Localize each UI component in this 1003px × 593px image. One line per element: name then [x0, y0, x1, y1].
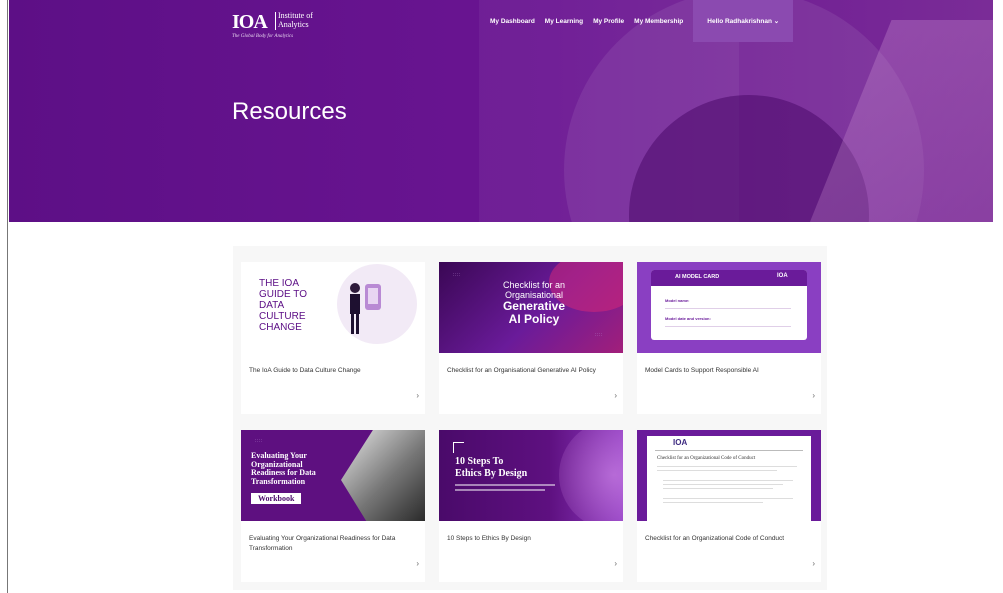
logo-line-1: Institute of [278, 11, 313, 20]
nav-my-learning[interactable]: My Learning [540, 18, 588, 25]
resource-card[interactable]: THE IOA GUIDE TO DATA CULTURE CHANGE The… [241, 262, 425, 414]
checklist-document: IOA Checklist for an Organizational Code… [647, 436, 811, 521]
page-title: Resources [232, 98, 347, 125]
keyboard-photo [341, 430, 425, 521]
thumb-line: Checklist for an [502, 280, 566, 290]
logo-mark: IOA [232, 11, 268, 33]
chevron-right-icon[interactable]: › [416, 559, 419, 568]
thumb-line: THE IOA [259, 278, 300, 289]
resource-card[interactable]: AI MODEL CARD IOA Model name: Model date… [637, 262, 821, 414]
card-thumbnail: THE IOA GUIDE TO DATA CULTURE CHANGE [241, 262, 425, 353]
thumb-line: CULTURE [259, 311, 306, 322]
nav-my-membership[interactable]: My Membership [629, 18, 688, 25]
card-thumbnail: 10 Steps To Ethics By Design [439, 430, 623, 521]
resource-card[interactable]: 10 Steps To Ethics By Design 10 Steps to… [439, 430, 623, 582]
logo-line-2: Analytics [278, 20, 309, 29]
nav-my-profile[interactable]: My Profile [588, 18, 629, 25]
chevron-right-icon[interactable]: › [812, 559, 815, 568]
thumb-line: CHANGE [259, 322, 302, 333]
top-nav: My Dashboard My Learning My Profile My M… [485, 0, 794, 42]
ioa-badge: IOA [777, 273, 788, 279]
user-menu-dropdown[interactable]: Hello Radhakrishnan ⌄ [693, 0, 794, 42]
card-title[interactable]: Evaluating Your Organizational Readiness… [249, 534, 419, 554]
logo-tagline: The Global Body for Analytics [232, 34, 294, 39]
window-left-edge [0, 0, 8, 593]
ioa-badge: IOA [673, 438, 688, 447]
card-title[interactable]: Checklist for an Organizational Code of … [645, 534, 815, 544]
resource-card[interactable]: ∷∷ Evaluating Your Organizational Readin… [241, 430, 425, 582]
card-thumbnail: ∷∷ Evaluating Your Organizational Readin… [241, 430, 425, 521]
thumb-line: GUIDE TO [259, 289, 307, 300]
card-thumbnail: AI MODEL CARD IOA Model name: Model date… [637, 262, 821, 353]
thumb-line: DATA [259, 300, 285, 311]
nav-my-dashboard[interactable]: My Dashboard [485, 18, 540, 25]
model-card-heading: AI MODEL CARD [675, 274, 720, 280]
card-thumbnail: ∷∷ Checklist for an Organisational Gener… [439, 262, 623, 353]
chevron-right-icon[interactable]: › [416, 391, 419, 400]
workbook-tag: Workbook [251, 493, 302, 504]
model-card-sheet: AI MODEL CARD IOA Model name: Model date… [651, 270, 807, 340]
thumb-line: Ethics By Design [455, 468, 528, 479]
checklist-heading: Checklist for an Organizational Code of … [657, 456, 756, 461]
resource-card[interactable]: ∷∷ Checklist for an Organisational Gener… [439, 262, 623, 414]
model-card-field: Model name: [665, 298, 690, 303]
card-thumbnail: IOA Checklist for an Organizational Code… [637, 430, 821, 521]
card-title[interactable]: 10 Steps to Ethics By Design [447, 534, 617, 544]
chevron-right-icon[interactable]: › [614, 559, 617, 568]
person-with-phone-illustration [350, 283, 381, 334]
card-title[interactable]: Model Cards to Support Responsible AI [645, 366, 815, 376]
thumb-decoration [559, 430, 623, 521]
thumb-line: AI Policy [508, 312, 560, 326]
chevron-right-icon[interactable]: › [812, 391, 815, 400]
chevron-right-icon[interactable]: › [614, 391, 617, 400]
thumb-line: 10 Steps To [455, 456, 504, 467]
card-title[interactable]: The IoA Guide to Data Culture Change [249, 366, 419, 376]
window-right-edge [993, 0, 1003, 593]
logo-divider [275, 12, 276, 30]
model-card-field: Model date and version: [665, 316, 711, 321]
resource-card[interactable]: IOA Checklist for an Organizational Code… [637, 430, 821, 582]
thumb-line: Transformation [251, 476, 306, 486]
card-title[interactable]: Checklist for an Organisational Generati… [447, 366, 617, 376]
ioa-logo[interactable]: IOA Institute of Analytics The Global Bo… [232, 10, 332, 42]
